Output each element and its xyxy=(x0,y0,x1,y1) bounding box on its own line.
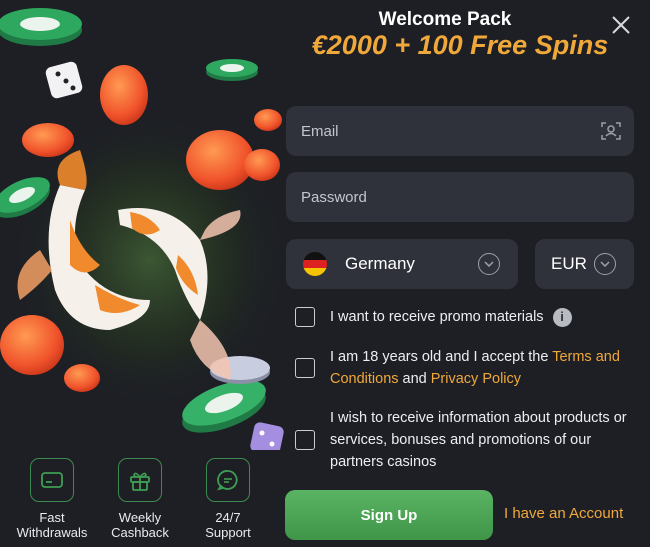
chevron-down-icon xyxy=(478,253,500,275)
partner-info-consent-row: I wish to receive information about prod… xyxy=(295,407,640,473)
coin-decoration xyxy=(22,123,74,157)
country-select[interactable]: Germany xyxy=(286,239,518,289)
currency-select[interactable]: EUR xyxy=(535,239,634,289)
coin-decoration xyxy=(0,315,64,375)
promo-headline: €2000 + 100 Free Spins xyxy=(311,30,609,60)
close-button[interactable] xyxy=(608,12,634,38)
currency-value: EUR xyxy=(551,254,587,273)
germany-flag-icon xyxy=(303,252,327,276)
password-field xyxy=(286,172,634,222)
welcome-title: Welcome Pack xyxy=(378,9,512,30)
gift-icon xyxy=(118,458,162,502)
feature-label: 24/7 Support xyxy=(205,510,251,540)
coin-decoration xyxy=(100,65,148,125)
feature-weekly-cashback: Weekly Cashback xyxy=(98,458,182,543)
age-consent-row: I am 18 years old and I accept the Terms… xyxy=(295,346,640,390)
login-link[interactable]: I have an Account xyxy=(504,505,623,522)
signup-button[interactable]: Sign Up xyxy=(285,490,493,540)
age-consent-and: and xyxy=(398,371,431,387)
password-input[interactable] xyxy=(286,172,634,222)
feature-label: Fast Withdrawals xyxy=(16,510,88,540)
partner-info-checkbox[interactable] xyxy=(295,430,315,450)
info-icon[interactable]: i xyxy=(552,307,572,327)
country-value: Germany xyxy=(345,254,415,273)
privacy-link[interactable]: Privacy Policy xyxy=(431,371,521,387)
chat-icon xyxy=(206,458,250,502)
age-consent-text: I am 18 years old and I accept the xyxy=(330,349,553,365)
coin-decoration xyxy=(186,130,254,190)
coin-decoration xyxy=(64,364,100,392)
dice-decoration xyxy=(45,61,83,99)
card-icon xyxy=(30,458,74,502)
partner-info-label: I wish to receive information about prod… xyxy=(330,410,627,470)
feature-list: Fast Withdrawals Weekly Cashback 24/7 Su… xyxy=(10,458,270,543)
feature-label: Weekly Cashback xyxy=(111,510,169,540)
promo-illustration xyxy=(0,0,285,450)
green-chip-decoration xyxy=(0,8,82,46)
chevron-down-icon xyxy=(594,253,616,275)
promo-consent-checkbox[interactable] xyxy=(295,307,315,327)
feature-fast-withdrawals: Fast Withdrawals xyxy=(10,458,94,543)
coin-decoration xyxy=(244,149,280,181)
feature-support: 24/7 Support xyxy=(186,458,270,543)
promo-consent-label: I want to receive promo materials i xyxy=(330,306,572,328)
email-field xyxy=(286,106,634,156)
coin-decoration xyxy=(254,109,282,131)
green-chip-decoration xyxy=(206,59,258,81)
promo-consent-row: I want to receive promo materials i xyxy=(295,306,640,328)
dice-decoration xyxy=(250,422,284,450)
email-input[interactable] xyxy=(286,106,634,156)
close-icon xyxy=(612,16,630,34)
signup-modal: Fast Withdrawals Weekly Cashback 24/7 Su… xyxy=(0,0,650,547)
promo-consent-text: I want to receive promo materials xyxy=(330,309,544,325)
age-consent-label: I am 18 years old and I accept the Terms… xyxy=(330,346,640,390)
age-consent-checkbox[interactable] xyxy=(295,358,315,378)
contact-card-icon xyxy=(601,122,621,140)
